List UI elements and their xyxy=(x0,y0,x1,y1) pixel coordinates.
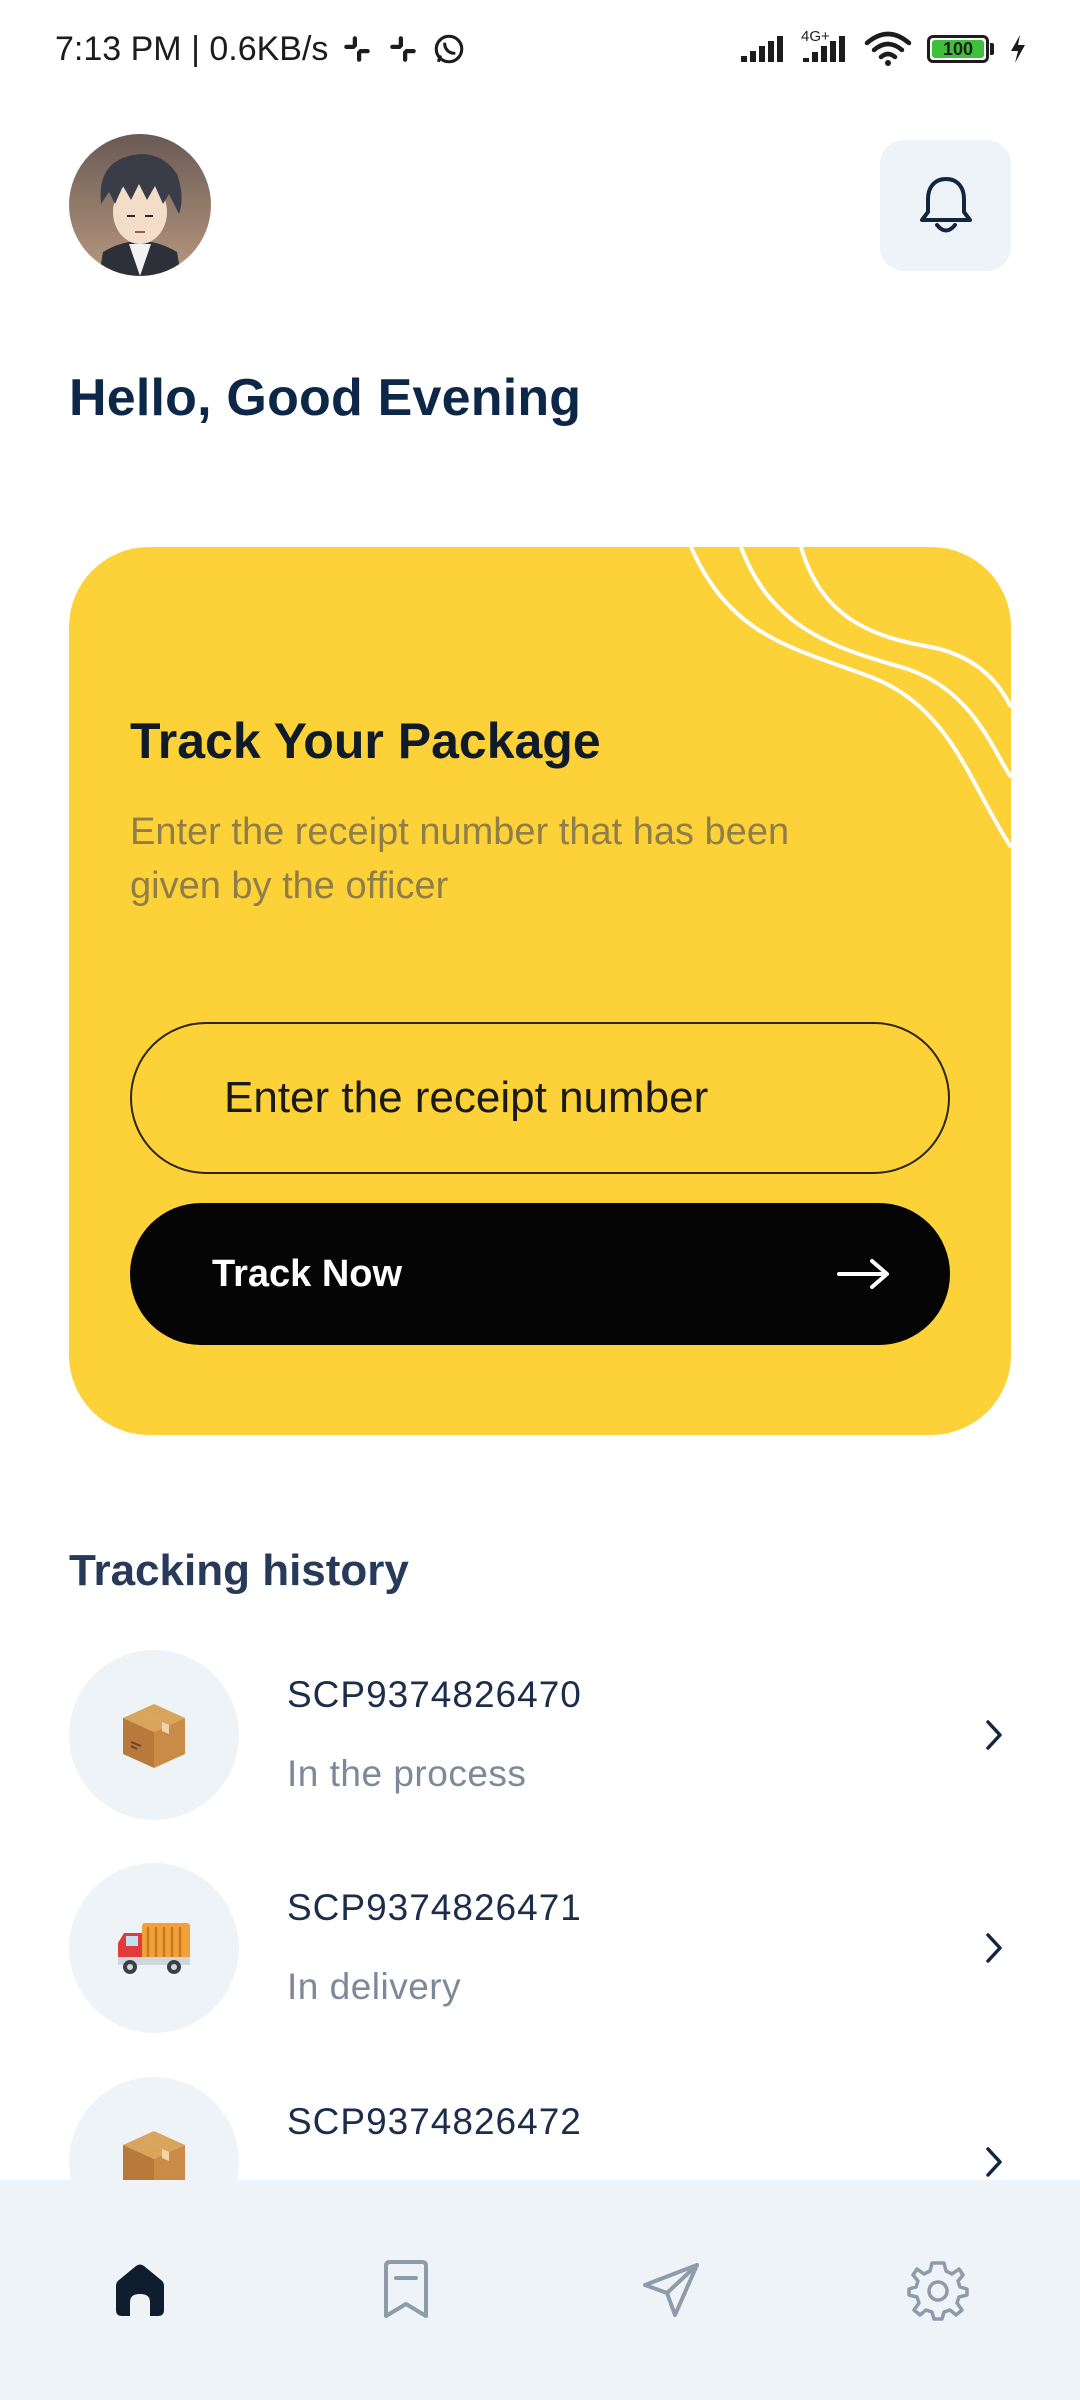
track-package-card: Track Your Package Enter the receipt num… xyxy=(69,547,1011,1435)
nav-settings[interactable] xyxy=(898,2250,978,2330)
track-now-label: Track Now xyxy=(212,1252,403,1295)
receipt-number-input[interactable] xyxy=(130,1022,950,1174)
item-receipt-code: SCP9374826471 xyxy=(287,1887,582,1928)
item-status: In delivery xyxy=(287,1966,462,2007)
battery-icon: 100 xyxy=(927,35,989,63)
nav-saved[interactable] xyxy=(366,2250,446,2330)
status-bar: 7:13 PM | 0.6KB/s 4G+ 100 xyxy=(0,0,1080,100)
chevron-right-icon xyxy=(986,1933,1002,1963)
card-title: Track Your Package xyxy=(130,713,601,769)
status-right: 4G+ 100 xyxy=(739,26,1028,72)
item-icon-container xyxy=(69,1863,239,2033)
nav-home[interactable] xyxy=(100,2250,180,2330)
item-status: In the process xyxy=(287,1753,527,1794)
home-icon xyxy=(116,2264,164,2316)
battery-level: 100 xyxy=(942,38,974,59)
battery-group: 100 xyxy=(927,35,994,63)
status-time-speed: 7:13 PM | 0.6KB/s xyxy=(55,29,329,68)
greeting-title: Hello, Good Evening xyxy=(69,369,582,427)
history-item[interactable]: SCP9374826470 In the process xyxy=(0,1650,1080,1820)
nav-send[interactable] xyxy=(632,2250,712,2330)
signal-4g-group: 4G+ xyxy=(801,28,849,64)
bottom-navigation xyxy=(0,2180,1080,2400)
tracking-history-title: Tracking history xyxy=(69,1546,409,1595)
slack-icon xyxy=(344,36,371,62)
item-icon-container xyxy=(69,1650,239,1820)
package-icon xyxy=(123,1704,185,1768)
charging-icon xyxy=(1011,35,1025,63)
card-subtitle: Enter the receipt number that has been g… xyxy=(130,811,790,907)
chevron-right-icon xyxy=(986,2147,1002,2177)
bookmark-icon xyxy=(384,2260,428,2318)
whatsapp-icon xyxy=(435,34,464,64)
network-type-label: 4G+ xyxy=(801,28,830,45)
wifi-icon xyxy=(864,31,912,66)
track-now-button[interactable]: Track Now xyxy=(130,1203,950,1345)
gear-icon xyxy=(907,2261,969,2321)
send-icon xyxy=(643,2263,699,2317)
chevron-right-icon xyxy=(986,1720,1002,1750)
signal-icon xyxy=(741,36,783,62)
notifications-button[interactable] xyxy=(880,140,1011,271)
item-receipt-code: SCP9374826470 xyxy=(287,1674,582,1715)
avatar[interactable] xyxy=(69,134,211,276)
item-receipt-code: SCP9374826472 xyxy=(287,2101,582,2142)
arrow-right-icon xyxy=(837,1259,889,1289)
delivery-truck-icon xyxy=(118,1923,190,1974)
slack-icon xyxy=(390,36,417,62)
bell-icon xyxy=(919,176,972,232)
avatar-image xyxy=(69,134,211,276)
status-left: 7:13 PM | 0.6KB/s xyxy=(55,26,466,72)
history-item[interactable]: SCP9374826471 In delivery xyxy=(0,1863,1080,2033)
